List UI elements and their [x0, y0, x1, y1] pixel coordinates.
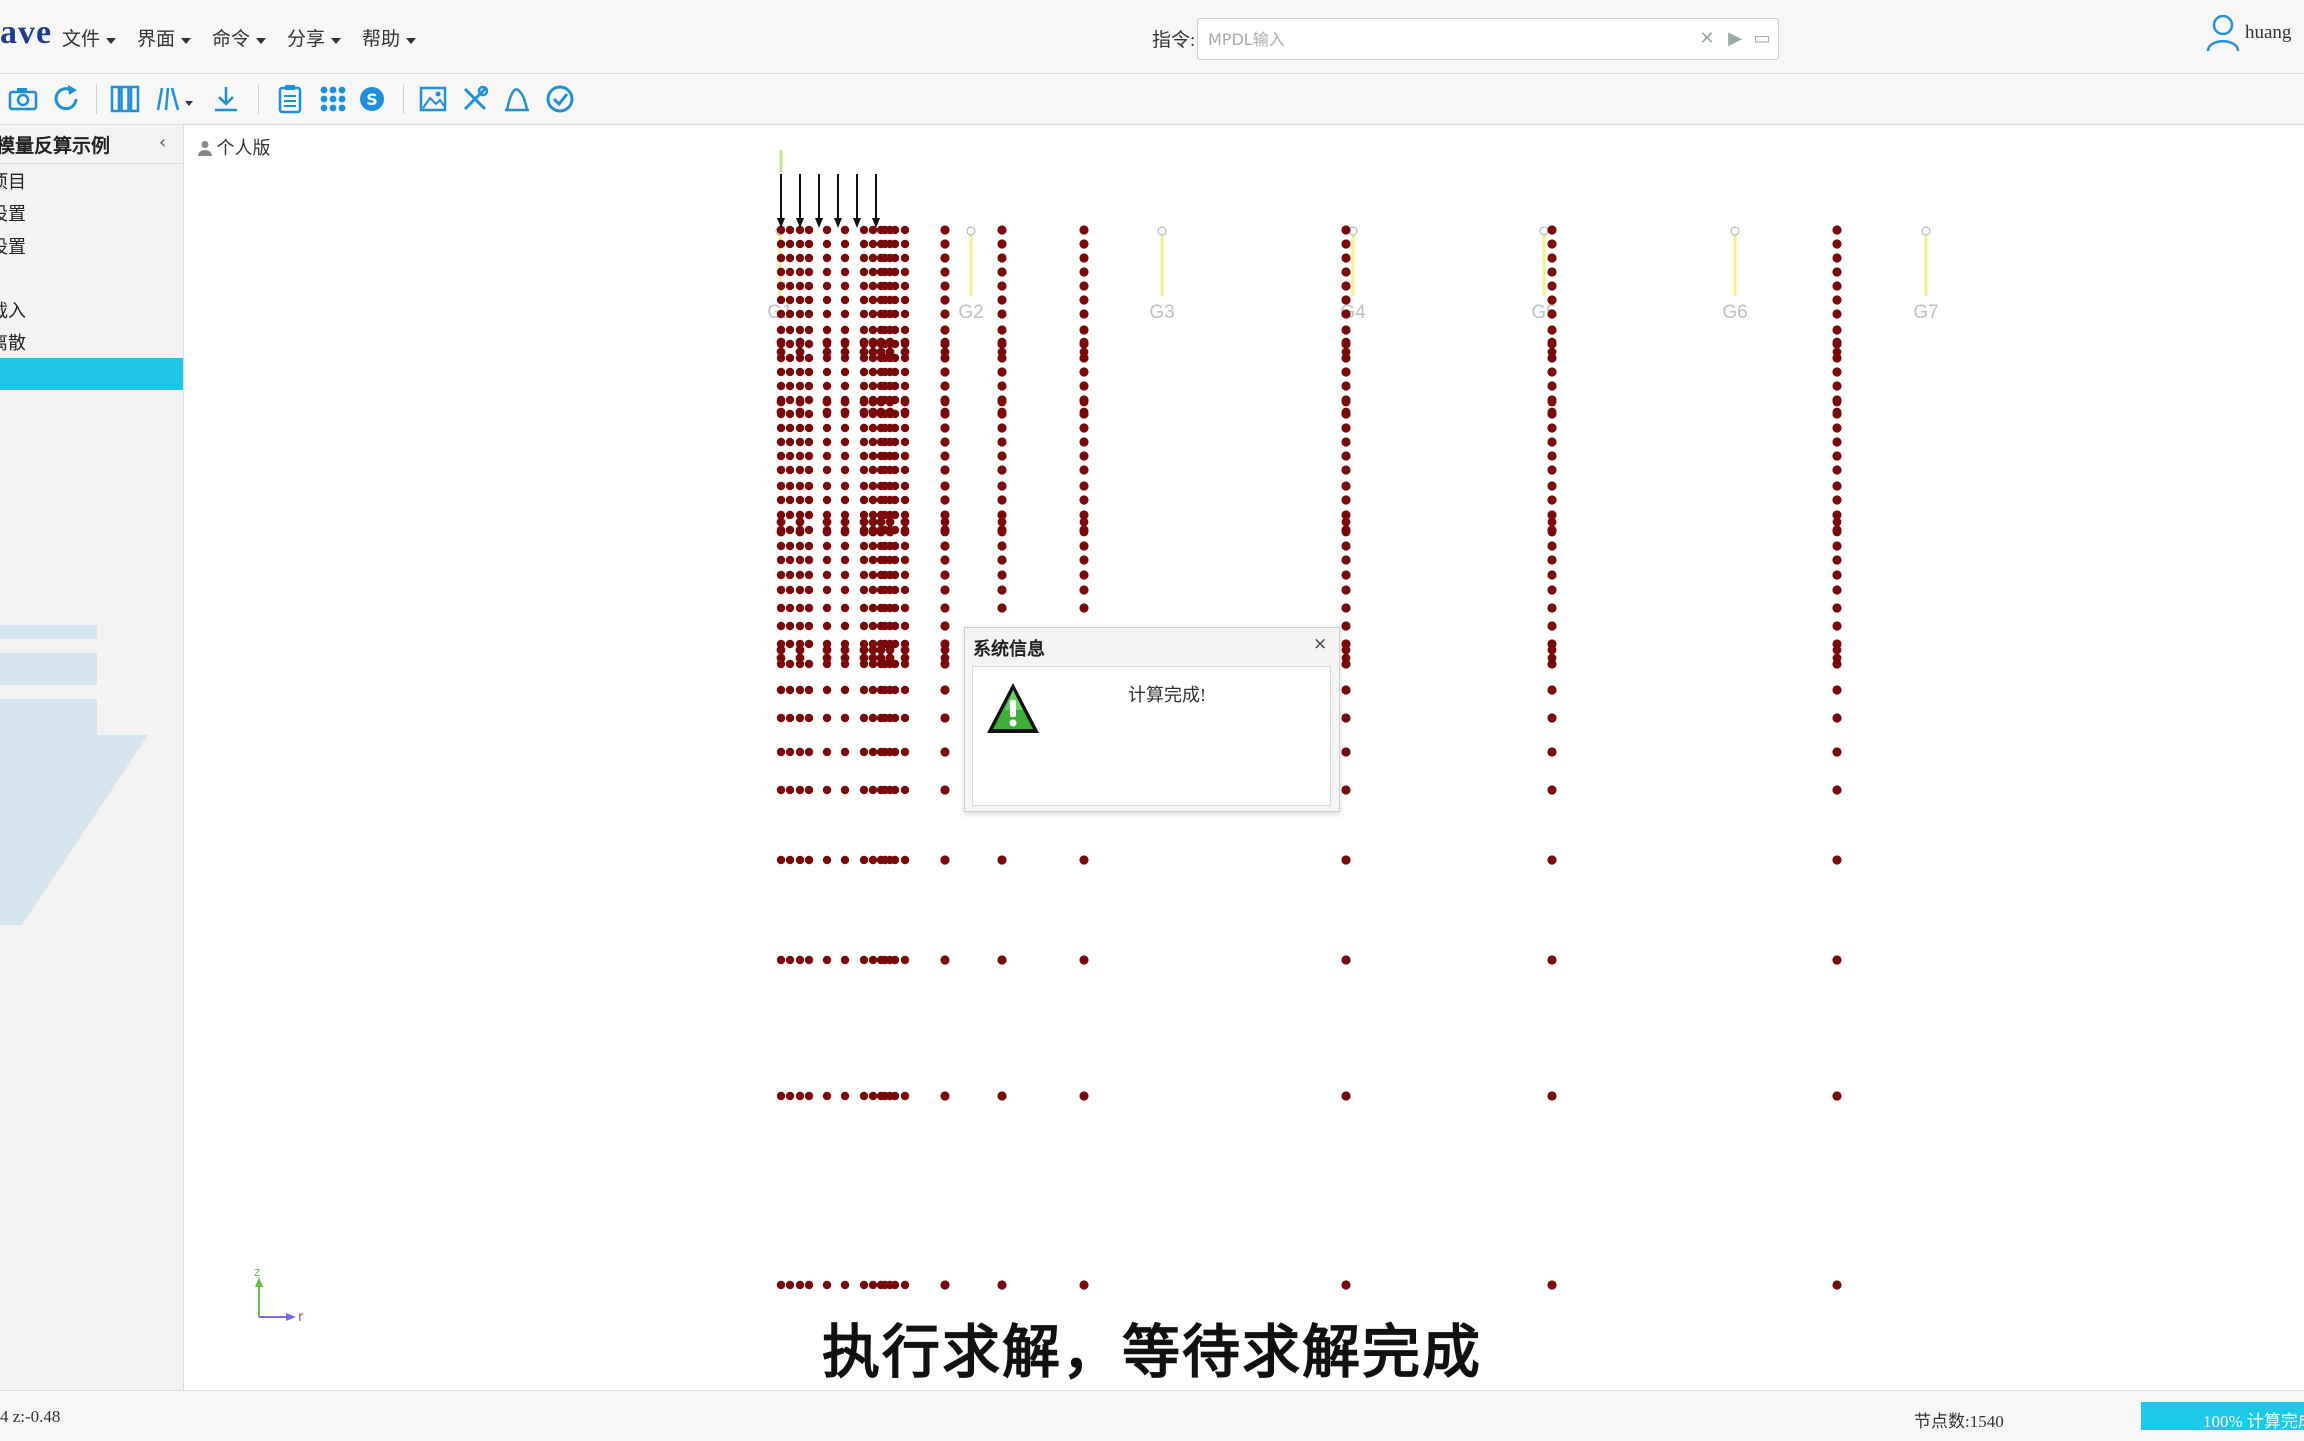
axis-z-label: z	[254, 1265, 260, 1279]
user-name[interactable]: huang	[2245, 22, 2291, 44]
menu-help[interactable]: 帮助	[362, 24, 417, 51]
progress-text: 100% 计算完成	[2203, 1412, 2304, 1431]
user-avatar-icon[interactable]	[2206, 14, 2240, 57]
grid-icon[interactable]	[316, 82, 350, 116]
progress-bar: 100% 计算完成	[2141, 1402, 2304, 1431]
close-icon[interactable]: ×	[1313, 634, 1327, 654]
menu-share[interactable]: 分享	[287, 24, 342, 51]
download-watermark-icon	[0, 625, 150, 930]
menu-file[interactable]: 文件	[62, 24, 117, 51]
caret-down-icon	[331, 37, 342, 44]
command-input[interactable]	[1206, 25, 1680, 53]
command-box: ✕ ▶ ▭	[1197, 18, 1779, 60]
menu-label: 命令	[212, 29, 251, 50]
coordinate-readout: 4 z:-0.48	[0, 1407, 61, 1426]
toolbar-divider	[96, 84, 97, 114]
camera-icon[interactable]	[6, 82, 40, 116]
download-icon[interactable]	[209, 82, 243, 116]
clear-icon[interactable]: ✕	[1697, 29, 1717, 49]
menu-label: 文件	[62, 29, 101, 50]
menu-view[interactable]: 界面	[137, 24, 192, 51]
collapse-left-icon[interactable]: ‹	[159, 132, 166, 153]
caret-down-icon	[256, 37, 267, 44]
sidebar-item-discretize[interactable]: 离散	[0, 329, 26, 355]
clipboard-icon[interactable]	[273, 82, 307, 116]
caret-down-icon	[181, 37, 192, 44]
dialog-body: 计算完成!	[972, 666, 1331, 806]
command-label: 指令:	[1152, 30, 1196, 51]
sidebar-divider	[0, 163, 183, 164]
caret-down-icon	[106, 37, 117, 44]
warning-icon	[983, 679, 1043, 744]
menu-label: 分享	[287, 29, 326, 50]
sidebar-item-load[interactable]: 载入	[0, 297, 26, 323]
toolbar: S	[0, 74, 2304, 125]
toolbar-divider	[258, 84, 259, 114]
run-icon[interactable]: ▶	[1725, 29, 1745, 49]
status-bar: 4 z:-0.48 节点数:1540 100% 计算完成	[0, 1390, 2304, 1441]
dialog-title: 系统信息	[973, 639, 1045, 659]
system-info-dialog: 系统信息 × 计算完成!	[964, 627, 1340, 812]
image-icon[interactable]	[416, 82, 450, 116]
project-title: 模量反算示例	[0, 136, 111, 157]
menu-label: 界面	[137, 29, 176, 50]
refresh-icon[interactable]	[49, 82, 83, 116]
sidebar-item-settings-2[interactable]: 设置	[0, 233, 26, 259]
s-badge-icon[interactable]: S	[355, 82, 389, 116]
check-circle-icon[interactable]	[543, 82, 577, 116]
edition-text: 个人版	[216, 138, 271, 158]
sidebar-item-active[interactable]	[0, 358, 183, 390]
curve-icon[interactable]	[500, 82, 534, 116]
menu-command[interactable]: 命令	[212, 24, 267, 51]
node-count: 节点数:1540	[1914, 1412, 2004, 1431]
sidebar-item-project[interactable]: 项目	[0, 168, 26, 194]
svg-text:S: S	[366, 90, 378, 109]
top-bar: ave 文件 界面 命令 分享 帮助 指令: ✕ ▶ ▭ huang	[0, 0, 2304, 74]
sidebar-item-settings-1[interactable]: 设置	[0, 200, 26, 226]
tools-dropdown-icon[interactable]	[152, 82, 200, 116]
sidebar: 模量反算示例 ‹ 项目 设置 设置 载入 离散	[0, 125, 184, 1390]
edition-label: 个人版	[198, 134, 271, 160]
dialog-message: 计算完成!	[1128, 685, 1206, 705]
window-icon[interactable]: ▭	[1752, 29, 1772, 49]
columns-icon[interactable]	[108, 82, 142, 116]
wrench-icon[interactable]	[458, 82, 492, 116]
menu-label: 帮助	[362, 29, 401, 50]
app-brand: ave	[0, 14, 53, 51]
person-icon	[198, 141, 212, 156]
video-subtitle: 执行求解，等待求解完成	[821, 1318, 1482, 1386]
toolbar-divider	[403, 84, 404, 114]
caret-down-icon	[406, 37, 417, 44]
